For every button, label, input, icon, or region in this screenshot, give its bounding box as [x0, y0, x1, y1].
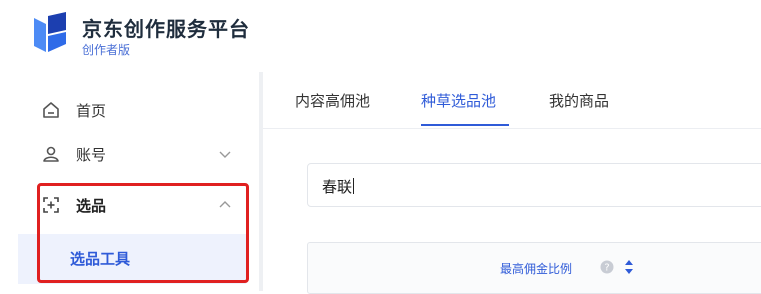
sidebar: 首页 账号 选品 选品工具: [18, 76, 258, 291]
sidebar-subitem-label: 选品工具: [70, 250, 131, 268]
svg-text:?: ?: [604, 263, 609, 274]
tab-my-products[interactable]: 我的商品: [549, 90, 609, 111]
sidebar-subitem-select-tool[interactable]: 选品工具: [18, 234, 246, 284]
tab-bar: 内容高佣池 种草选品池 我的商品: [263, 76, 761, 129]
column-header-max-commission[interactable]: 最高佣金比例: [500, 260, 572, 277]
jd-logo-icon: [34, 12, 66, 52]
search-input[interactable]: 春联: [307, 163, 761, 207]
sidebar-item-label: 首页: [76, 101, 107, 120]
select-product-icon: [43, 197, 59, 213]
brand-subtitle: 创作者版: [82, 43, 131, 57]
search-input-value: 春联: [322, 178, 355, 196]
question-circle-icon[interactable]: ?: [600, 260, 614, 274]
tab-recommend-pool[interactable]: 种草选品池: [421, 90, 496, 111]
sidebar-item-select-product[interactable]: 选品: [18, 183, 258, 227]
chevron-up-icon[interactable]: [218, 200, 232, 210]
sidebar-item-label: 选品: [76, 196, 107, 215]
chevron-down-icon[interactable]: [218, 149, 232, 159]
user-icon: [43, 146, 59, 162]
home-icon: [43, 102, 59, 118]
tab-content-high-commission[interactable]: 内容高佣池: [295, 90, 370, 111]
brand-title: 京东创作服务平台: [82, 17, 250, 41]
table-header: 最高佣金比例 ?: [307, 242, 761, 294]
active-tab-indicator: [421, 124, 509, 126]
sidebar-item-home[interactable]: 首页: [18, 88, 258, 132]
sidebar-item-account[interactable]: 账号: [18, 132, 258, 176]
app-header: 京东创作服务平台 创作者版: [0, 0, 761, 70]
sidebar-item-label: 账号: [76, 145, 107, 164]
sort-icon[interactable]: [624, 258, 634, 276]
text-caret: [353, 178, 355, 194]
